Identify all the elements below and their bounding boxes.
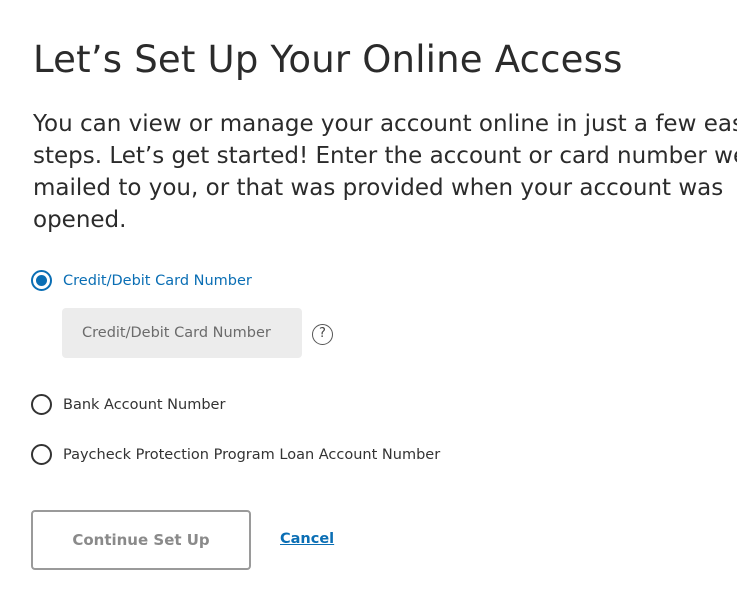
intro-line: mailed to you, or that was provided when… [33,175,724,201]
ppp-loan-radio[interactable] [31,444,52,465]
intro-line: You can view or manage your account onli… [33,111,737,137]
continue-setup-button[interactable]: Continue Set Up [31,510,251,570]
intro-text: You can view or manage your account onli… [33,108,737,236]
card-number-option[interactable]: Credit/Debit Card Number [31,270,252,291]
cancel-link[interactable]: Cancel [280,531,334,547]
ppp-loan-option-label[interactable]: Paycheck Protection Program Loan Account… [63,447,440,463]
bank-account-option[interactable]: Bank Account Number [31,394,225,415]
online-access-setup-page: Let’s Set Up Your Online Access You can … [0,0,737,602]
intro-line: opened. [33,207,127,233]
card-number-input[interactable] [62,308,302,358]
bank-account-option-label[interactable]: Bank Account Number [63,397,225,413]
bank-account-radio[interactable] [31,394,52,415]
ppp-loan-option[interactable]: Paycheck Protection Program Loan Account… [31,444,440,465]
help-icon[interactable]: ? [312,324,333,345]
page-title: Let’s Set Up Your Online Access [33,38,623,81]
card-number-radio[interactable] [31,270,52,291]
card-number-option-label[interactable]: Credit/Debit Card Number [63,273,252,289]
intro-line: steps. Let’s get started! Enter the acco… [33,143,737,169]
